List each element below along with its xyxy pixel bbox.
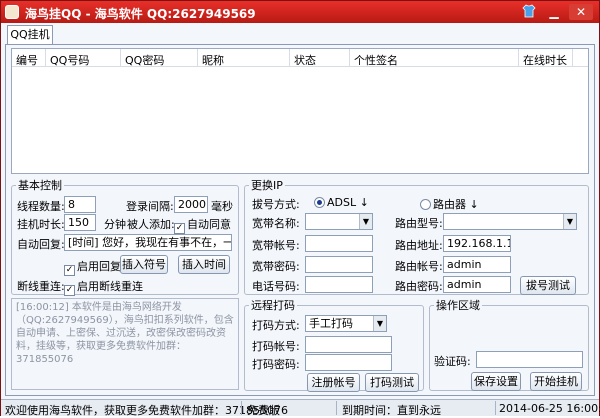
bb-password-label: 宽带密码: xyxy=(252,260,300,273)
captcha-password-input[interactable] xyxy=(305,354,392,371)
check-icon: ✓ xyxy=(64,265,75,276)
router-model-select[interactable]: ▼ xyxy=(443,213,577,230)
chevron-down-icon: ▼ xyxy=(359,214,372,229)
captcha-mode-value: 手工打码 xyxy=(309,317,353,330)
captcha-mode-select[interactable]: 手工打码 ▼ xyxy=(305,315,387,332)
tab-qq-hangup[interactable]: QQ挂机 xyxy=(7,25,53,45)
check-icon: ✓ xyxy=(64,285,75,296)
adsl-radio[interactable]: ADSL ↓ xyxy=(314,196,369,209)
col-header-signature[interactable]: 个性签名 xyxy=(354,52,398,68)
col-header-nickname[interactable]: 昵称 xyxy=(202,52,224,68)
arrow-down-icon: ↓ xyxy=(359,196,369,209)
phone-input[interactable] xyxy=(305,276,373,293)
shirt-icon[interactable] xyxy=(521,4,537,20)
router-addr-input[interactable]: 192.168.1.1 xyxy=(443,235,511,252)
login-interval-label: 登录间隔: xyxy=(126,200,174,213)
col-header-password[interactable]: QQ密码 xyxy=(125,52,164,68)
bb-name-label: 宽带名称: xyxy=(252,217,300,230)
col-header-status[interactable]: 状态 xyxy=(294,52,316,68)
enable-reply-checkbox[interactable]: ✓ 启用回复 xyxy=(64,258,121,276)
save-settings-button[interactable]: 保存设置 xyxy=(471,372,521,391)
register-account-button[interactable]: 注册帐号 xyxy=(307,373,360,392)
status-bar: 欢迎使用海鸟软件，获取更多免费软件加群：371855076 免费版 到期时间：直… xyxy=(1,399,600,417)
router-password-label: 路由密码: xyxy=(395,280,443,293)
insert-symbol-button[interactable]: 插入符号 xyxy=(120,255,168,274)
table-header: 编号 QQ号码 QQ密码 昵称 状态 个性签名 在线时长 xyxy=(12,49,588,67)
captcha-account-label: 打码帐号: xyxy=(252,340,300,353)
phone-label: 电话号码: xyxy=(252,280,300,293)
dial-mode-label: 拔号方式: xyxy=(252,198,300,211)
title-bar[interactable]: 海鸟挂QQ - 海鸟软件 QQ:2627949569 ▁ ✕ xyxy=(1,1,599,23)
duration-input[interactable]: 150 xyxy=(64,214,96,231)
router-password-input[interactable]: admin xyxy=(443,276,511,293)
bb-account-input[interactable] xyxy=(305,235,373,252)
log-area[interactable]: [16:00:12] 本软件是由海鸟网络开发（QQ:2627949569），海鸟… xyxy=(11,298,239,390)
insert-time-button[interactable]: 插入时间 xyxy=(178,255,230,274)
col-header-online-time[interactable]: 在线时长 xyxy=(523,52,567,68)
col-header-qq[interactable]: QQ号码 xyxy=(50,52,89,68)
minimize-button[interactable]: ▁ xyxy=(546,4,562,20)
status-datetime: 2014-06-25 16:00:16 xyxy=(499,402,600,415)
close-button[interactable]: ✕ xyxy=(569,4,593,20)
change-ip-legend: 更换IP xyxy=(251,179,283,192)
enable-reply-label: 启用回复 xyxy=(77,260,121,273)
auto-reply-input[interactable]: [时间] 您好，我现在有事不在，一会再和 xyxy=(64,234,232,251)
dial-test-button[interactable]: 拔号测试 xyxy=(520,276,576,295)
col-header-id[interactable]: 编号 xyxy=(16,52,38,68)
captcha-mode-label: 打码方式: xyxy=(252,319,300,332)
minute-unit: 分钟 xyxy=(104,218,126,231)
bb-account-label: 宽带帐号: xyxy=(252,239,300,252)
auto-agree-checkbox[interactable]: ✓ 自动同意 xyxy=(174,216,231,234)
login-interval-input[interactable]: 2000 xyxy=(174,196,208,213)
router-label: 路由器 xyxy=(433,198,466,211)
router-account-input[interactable]: admin xyxy=(443,256,511,273)
account-table[interactable]: 编号 QQ号码 QQ密码 昵称 状态 个性签名 在线时长 xyxy=(11,48,589,174)
added-label: 被人添加: xyxy=(127,218,175,231)
router-account-label: 路由帐号: xyxy=(395,260,443,273)
thread-count-label: 线程数量: xyxy=(17,200,65,213)
router-radio[interactable]: 路由器 ↓ xyxy=(420,196,479,212)
bb-password-input[interactable] xyxy=(305,256,373,273)
bb-name-select[interactable]: ▼ xyxy=(305,213,373,230)
window-title: 海鸟挂QQ - 海鸟软件 QQ:2627949569 xyxy=(25,7,256,21)
captcha-account-input[interactable] xyxy=(305,336,392,353)
ms-unit: 毫秒 xyxy=(211,200,233,213)
auto-reply-label: 自动回复: xyxy=(17,238,65,251)
auto-agree-label: 自动同意 xyxy=(187,218,231,231)
enable-reconnect-checkbox[interactable]: ✓ 启用断线重连 xyxy=(64,278,143,296)
app-logo-icon xyxy=(5,5,19,19)
duration-label: 挂机时长: xyxy=(17,218,65,231)
reconnect-label: 断线重连: xyxy=(17,280,65,293)
chevron-down-icon: ▼ xyxy=(563,214,576,229)
operation-legend: 操作区域 xyxy=(436,299,480,312)
remote-captcha-legend: 远程打码 xyxy=(251,299,295,312)
start-hangup-button[interactable]: 开始挂机 xyxy=(530,372,582,391)
thread-count-input[interactable]: 8 xyxy=(64,196,96,213)
chevron-down-icon: ▼ xyxy=(373,316,386,331)
captcha-code-input[interactable] xyxy=(476,351,583,368)
router-addr-label: 路由地址: xyxy=(395,239,443,252)
basic-control-legend: 基本控制 xyxy=(18,179,62,192)
router-model-label: 路由型号: xyxy=(395,217,443,230)
captcha-password-label: 打码密码: xyxy=(252,358,300,371)
radio-icon xyxy=(420,199,431,210)
arrow-down-icon: ↓ xyxy=(469,198,479,211)
captcha-code-label: 验证码: xyxy=(434,355,471,368)
enable-reconnect-label: 启用断线重连 xyxy=(77,280,143,293)
captcha-test-button[interactable]: 打码测试 xyxy=(365,373,419,392)
check-icon: ✓ xyxy=(174,223,185,234)
app-window: 海鸟挂QQ - 海鸟软件 QQ:2627949569 ▁ ✕ QQ挂机 编号 Q… xyxy=(0,0,600,417)
radio-selected-icon xyxy=(314,197,325,208)
adsl-label: ADSL xyxy=(327,196,357,209)
